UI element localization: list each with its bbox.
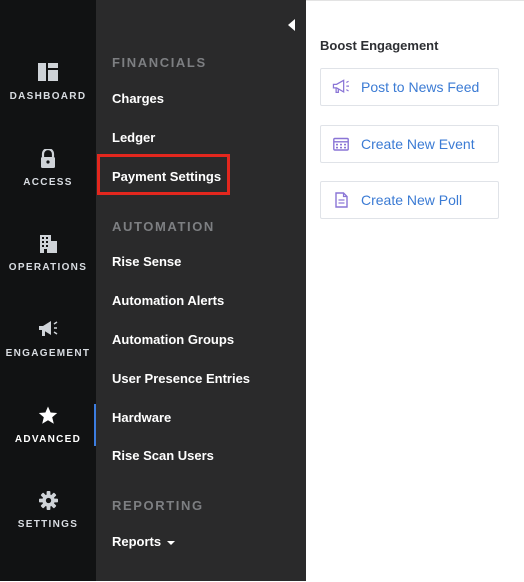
collapse-panel-button[interactable] bbox=[286, 18, 298, 32]
menu-link-reports[interactable]: Reports bbox=[112, 534, 176, 549]
menu-link-charges[interactable]: Charges bbox=[112, 91, 164, 106]
button-label: Create New Event bbox=[361, 136, 475, 152]
create-new-poll-button[interactable]: Create New Poll bbox=[320, 181, 499, 219]
menu-link-automation-groups[interactable]: Automation Groups bbox=[112, 332, 234, 347]
menu-link-hardware[interactable]: Hardware bbox=[112, 410, 171, 425]
menu-link-rise-scan-users[interactable]: Rise Scan Users bbox=[112, 448, 214, 463]
create-new-event-button[interactable]: Create New Event bbox=[320, 125, 499, 163]
highlight-annotation bbox=[97, 154, 230, 195]
gear-icon bbox=[37, 489, 59, 511]
rail-label: DASHBOARD bbox=[9, 91, 87, 102]
star-icon bbox=[37, 404, 59, 426]
dashboard-icon bbox=[37, 61, 59, 83]
section-automation: AUTOMATION bbox=[112, 219, 215, 234]
rail-item-settings[interactable]: SETTINGS bbox=[0, 489, 96, 549]
document-icon bbox=[331, 190, 351, 210]
rail-label: OPERATIONS bbox=[8, 262, 88, 273]
lock-icon bbox=[37, 147, 59, 169]
rail-item-dashboard[interactable]: DASHBOARD bbox=[0, 61, 96, 121]
megaphone-icon bbox=[331, 77, 351, 97]
building-icon bbox=[37, 232, 59, 254]
rail-item-engagement[interactable]: ENGAGEMENT bbox=[0, 318, 96, 378]
caret-left-icon bbox=[288, 19, 295, 31]
rail-item-access[interactable]: ACCESS bbox=[0, 147, 96, 207]
icon-rail: DASHBOARD ACCESS OPERATIONS ENGAGEMENT A… bbox=[0, 0, 96, 581]
button-label: Post to News Feed bbox=[361, 79, 480, 95]
rail-item-operations[interactable]: OPERATIONS bbox=[0, 232, 96, 292]
caret-down-icon bbox=[167, 540, 176, 545]
megaphone-icon bbox=[37, 318, 59, 340]
menu-link-user-presence-entries[interactable]: User Presence Entries bbox=[112, 371, 250, 386]
boost-engagement-title: Boost Engagement bbox=[320, 38, 439, 53]
reports-label: Reports bbox=[112, 534, 162, 549]
rail-label: ENGAGEMENT bbox=[5, 348, 91, 359]
post-to-news-feed-button[interactable]: Post to News Feed bbox=[320, 68, 499, 106]
section-reporting: REPORTING bbox=[112, 498, 204, 513]
rail-label: ACCESS bbox=[23, 177, 73, 188]
submenu-panel: FINANCIALS Charges Ledger Payment Settin… bbox=[96, 0, 306, 581]
button-label: Create New Poll bbox=[361, 192, 463, 208]
main-content: Boost Engagement Post to News Feed Creat… bbox=[306, 0, 524, 582]
calendar-icon bbox=[331, 134, 351, 154]
rail-label: SETTINGS bbox=[17, 519, 79, 530]
rail-item-advanced[interactable]: ADVANCED bbox=[0, 404, 96, 464]
rail-label: ADVANCED bbox=[14, 434, 82, 445]
menu-link-rise-sense[interactable]: Rise Sense bbox=[112, 254, 181, 269]
menu-link-ledger[interactable]: Ledger bbox=[112, 130, 155, 145]
section-financials: FINANCIALS bbox=[112, 55, 207, 70]
menu-link-automation-alerts[interactable]: Automation Alerts bbox=[112, 293, 224, 308]
